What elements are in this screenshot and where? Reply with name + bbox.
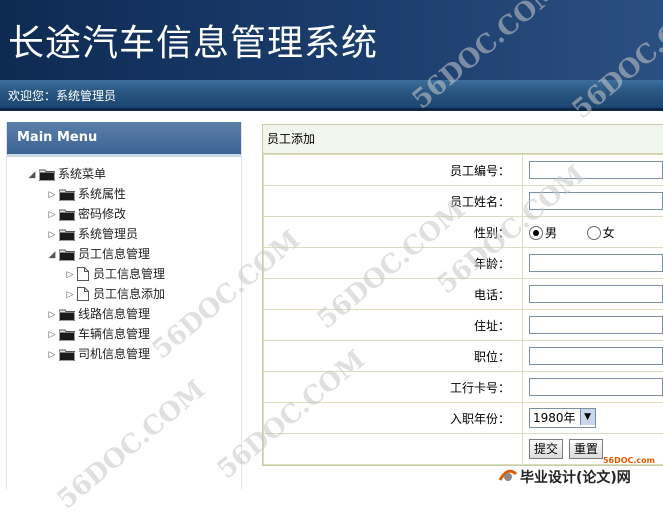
folder-icon [59, 188, 75, 200]
tree-item-label: 员工信息管理 [78, 247, 150, 261]
app-header: 长途汽车信息管理系统 [0, 0, 663, 80]
tree-item-label: 系统属性 [78, 187, 126, 201]
tree-item-label: 密码修改 [78, 207, 126, 221]
expanded-arrow-icon[interactable]: ◢ [45, 246, 59, 264]
form-row-position: 职位： [264, 341, 663, 372]
footer-logo-url: 56DOC.com [603, 456, 655, 465]
panel-title: 员工添加 [263, 125, 663, 154]
tree-item-label: 员工信息管理 [93, 267, 165, 281]
footer-logo-text: 毕业设计(论文)网 [520, 467, 631, 487]
form-row-join-year: 入职年份： 1980年 ▼ [264, 403, 663, 434]
collapsed-arrow-icon[interactable]: ▷ [63, 266, 77, 284]
tree-item-employee-list[interactable]: ▷ 员工信息管理 [63, 265, 165, 283]
submit-button[interactable]: 提交 [529, 439, 563, 459]
emp-name-input[interactable] [529, 192, 663, 210]
tree-item-employee-mgmt[interactable]: ◢ 员工信息管理 [45, 245, 150, 263]
reset-button[interactable]: 重置 [569, 439, 603, 459]
collapsed-arrow-icon[interactable]: ▷ [45, 206, 59, 224]
address-input[interactable] [529, 316, 663, 334]
gender-male-label: 男 [545, 226, 557, 240]
collapsed-arrow-icon[interactable]: ▷ [45, 306, 59, 324]
sidebar-title: Main Menu [7, 122, 241, 157]
tree-item-system-menu[interactable]: ◢ 系统菜单 [25, 165, 106, 183]
tree-item-label: 员工信息添加 [93, 287, 165, 301]
salary-card-input[interactable] [529, 378, 663, 396]
tree-item-label: 系统菜单 [58, 167, 106, 181]
join-year-label: 入职年份： [264, 403, 523, 434]
folder-icon [59, 248, 75, 260]
salary-card-label: 工行卡号： [264, 372, 523, 403]
tree-item-label: 线路信息管理 [78, 307, 150, 321]
gender-female-label: 女 [603, 226, 615, 240]
tree-item-driver-mgmt[interactable]: ▷ 司机信息管理 [45, 345, 150, 363]
form-row-salary-card: 工行卡号： [264, 372, 663, 403]
form-row-gender: 性别： 男 女 [264, 217, 663, 248]
document-icon [77, 287, 89, 301]
folder-icon [59, 328, 75, 340]
form-row-phone: 电话： [264, 279, 663, 310]
tree-item-label: 系统管理员 [78, 227, 138, 241]
gender-label: 性别： [264, 217, 523, 248]
tree-item-sys-admin[interactable]: ▷ 系统管理员 [45, 225, 138, 243]
sidebar: Main Menu ◢ 系统菜单 ▷ 系统属性 ▷ 密码修改 ▷ 系统管理员 ◢ 员工信息… [6, 122, 242, 489]
address-label: 住址： [264, 310, 523, 341]
tree-item-label: 司机信息管理 [78, 347, 150, 361]
employee-form: 员工编号： 员工姓名： 性别： 男 女 年龄： 电话： 住址： [263, 154, 663, 465]
collapsed-arrow-icon[interactable]: ▷ [45, 226, 59, 244]
join-year-select[interactable]: 1980年 ▼ [529, 408, 596, 428]
tree-item-employee-add[interactable]: ▷ 员工信息添加 [63, 285, 165, 303]
tree-item-password[interactable]: ▷ 密码修改 [45, 205, 126, 223]
join-year-value: 1980年 [533, 411, 576, 425]
document-icon [77, 267, 89, 281]
folder-icon [59, 208, 75, 220]
tree-item-system-props[interactable]: ▷ 系统属性 [45, 185, 126, 203]
age-input[interactable] [529, 254, 663, 272]
welcome-bar: 欢迎您：系统管理员 [0, 80, 663, 111]
position-input[interactable] [529, 347, 663, 365]
folder-icon [59, 308, 75, 320]
form-row-emp-no: 员工编号： [264, 155, 663, 186]
logo-icon [498, 466, 518, 487]
phone-input[interactable] [529, 285, 663, 303]
collapsed-arrow-icon[interactable]: ▷ [63, 286, 77, 304]
phone-label: 电话： [264, 279, 523, 310]
app-title: 长途汽车信息管理系统 [8, 14, 378, 66]
gender-female-radio[interactable] [587, 226, 601, 240]
chevron-down-icon[interactable]: ▼ [580, 409, 595, 425]
form-row-address: 住址： [264, 310, 663, 341]
welcome-text: 欢迎您：系统管理员 [8, 87, 116, 104]
position-label: 职位： [264, 341, 523, 372]
collapsed-arrow-icon[interactable]: ▷ [45, 326, 59, 344]
employee-add-panel: 员工添加 员工编号： 员工姓名： 性别： 男 女 年龄： 电话： 住址： [262, 124, 663, 466]
tree-item-route-mgmt[interactable]: ▷ 线路信息管理 [45, 305, 150, 323]
collapsed-arrow-icon[interactable]: ▷ [45, 186, 59, 204]
form-row-age: 年龄： [264, 248, 663, 279]
emp-no-label: 员工编号： [264, 155, 523, 186]
emp-name-label: 员工姓名： [264, 186, 523, 217]
footer-logo: 56DOC.com 毕业设计(论文)网 [498, 458, 663, 486]
emp-no-input[interactable] [529, 161, 663, 179]
folder-icon [59, 228, 75, 240]
expanded-arrow-icon[interactable]: ◢ [25, 166, 39, 184]
tree-item-vehicle-mgmt[interactable]: ▷ 车辆信息管理 [45, 325, 150, 343]
actions-spacer [264, 434, 523, 465]
folder-icon [59, 348, 75, 360]
gender-male-radio[interactable] [529, 226, 543, 240]
collapsed-arrow-icon[interactable]: ▷ [45, 346, 59, 364]
form-row-emp-name: 员工姓名： [264, 186, 663, 217]
folder-icon [39, 168, 55, 180]
age-label: 年龄： [264, 248, 523, 279]
tree-item-label: 车辆信息管理 [78, 327, 150, 341]
